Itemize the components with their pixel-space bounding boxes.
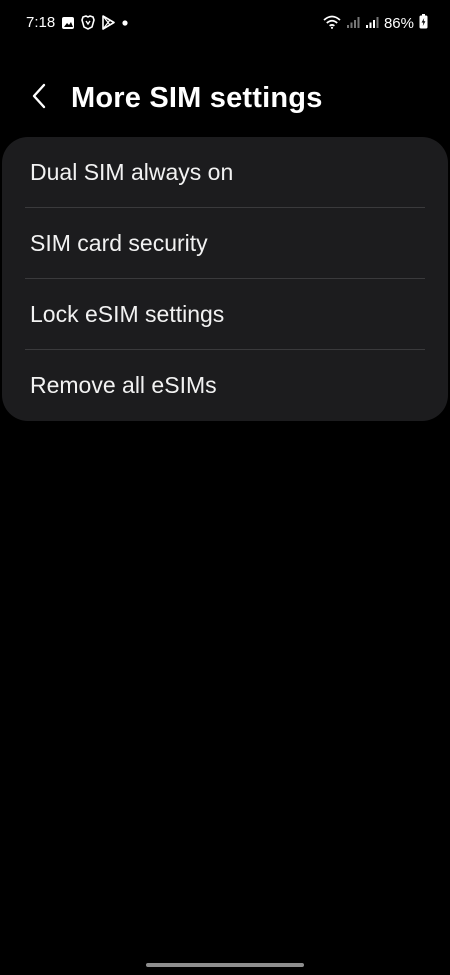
status-left: 7:18 (26, 14, 129, 31)
battery-charging-icon (419, 14, 428, 33)
page-title: More SIM settings (71, 82, 323, 114)
setting-item-lock-esim-settings[interactable]: Lock eSIM settings (2, 279, 448, 350)
brave-icon (81, 15, 96, 30)
status-right: 86% (323, 14, 428, 33)
battery-percent: 86% (383, 15, 414, 32)
play-store-icon (101, 15, 116, 30)
wifi-icon (323, 15, 341, 33)
setting-item-label: SIM card security (30, 230, 208, 256)
status-time: 7:18 (26, 14, 56, 31)
setting-item-sim-card-security[interactable]: SIM card security (2, 208, 448, 279)
setting-item-label: Dual SIM always on (30, 159, 234, 185)
back-button[interactable] (22, 80, 58, 116)
status-bar: 7:18 86% (0, 0, 450, 46)
notification-dot-icon (121, 19, 129, 27)
settings-card: Dual SIM always on SIM card security Loc… (2, 137, 448, 421)
navigation-handle[interactable] (146, 963, 304, 967)
setting-item-label: Remove all eSIMs (30, 372, 217, 398)
setting-item-remove-all-esims[interactable]: Remove all eSIMs (2, 350, 448, 421)
signal-icon-2 (365, 15, 379, 33)
gallery-icon (61, 16, 75, 30)
chevron-left-icon (31, 83, 49, 114)
signal-icon-1 (346, 15, 360, 33)
header: More SIM settings (0, 70, 450, 126)
setting-item-dual-sim-always-on[interactable]: Dual SIM always on (2, 137, 448, 208)
setting-item-label: Lock eSIM settings (30, 301, 225, 327)
